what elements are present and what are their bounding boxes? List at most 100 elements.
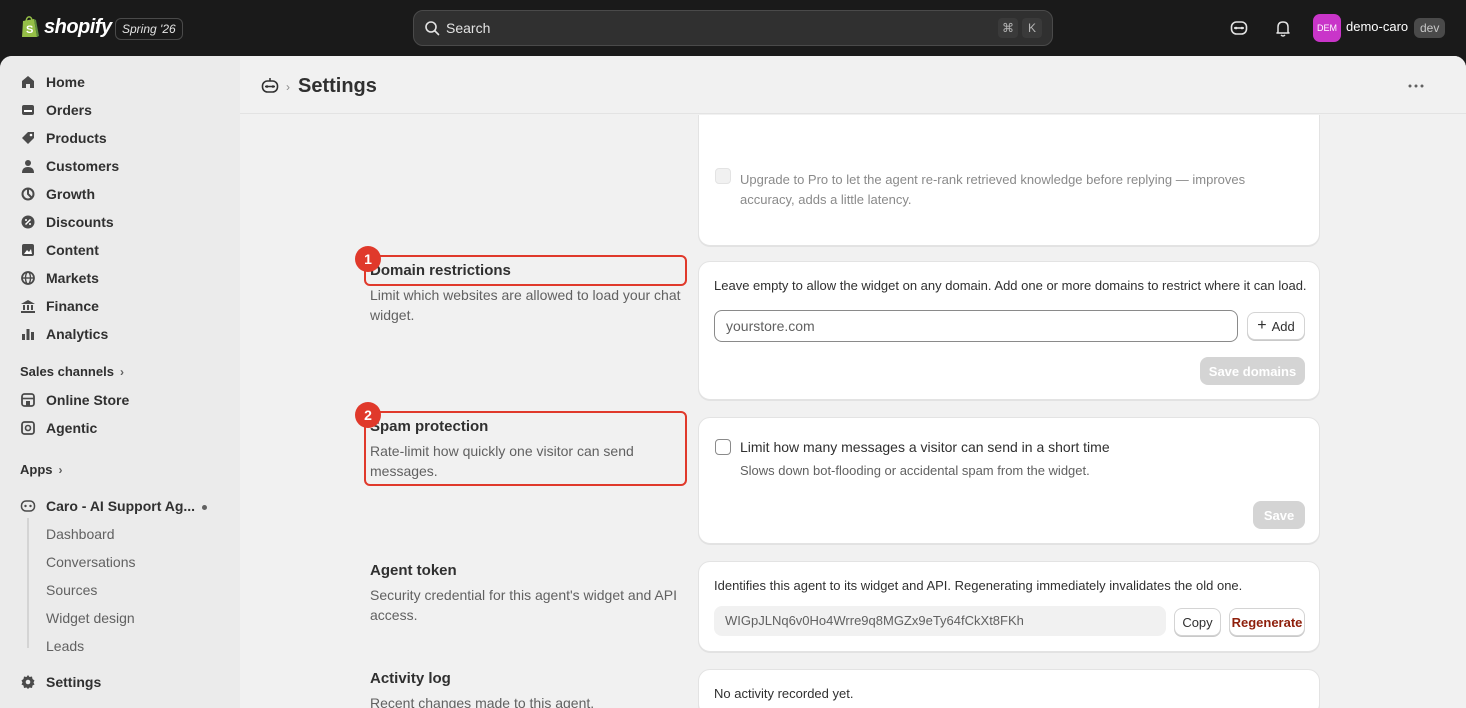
agent-token-field[interactable]: WIGpJLNq6v0Ho4Wrre9q8MGZx9eTy64fCkXt8FKh <box>714 606 1166 636</box>
highlight-box-1 <box>364 255 687 286</box>
highlight-box-2 <box>364 411 687 486</box>
orders-icon <box>22 105 34 115</box>
save-domains-button[interactable]: Save domains <box>1200 357 1305 385</box>
add-domain-button[interactable]: + Add <box>1247 312 1305 340</box>
regenerate-token-button[interactable]: Regenerate <box>1229 608 1305 636</box>
shortcut-k-key: K <box>1022 18 1042 38</box>
activity-empty-text: No activity recorded yet. <box>714 686 854 701</box>
rerank-description: Upgrade to Pro to let the agent re-rank … <box>740 172 1246 207</box>
sidebar-item-label: Online Store <box>46 392 130 408</box>
bell-icon[interactable] <box>1273 18 1293 38</box>
sidebar-item-label: Customers <box>46 158 120 174</box>
growth-icon <box>21 187 35 201</box>
sidebar-item-label: Home <box>46 74 85 90</box>
sales-channels-header[interactable]: Sales channels › <box>20 364 124 379</box>
highlight-marker-2: 2 <box>355 402 381 428</box>
agent-token-description: Security credential for this agent's wid… <box>370 587 677 623</box>
rate-limit-checkbox[interactable] <box>715 439 731 455</box>
agent-token-help: Identifies this agent to its widget and … <box>714 578 1243 593</box>
env-badge: dev <box>1414 18 1446 38</box>
sidebar-subitem-conversations[interactable]: Conversations <box>46 554 136 570</box>
save-spam-button[interactable]: Save <box>1253 501 1305 529</box>
sidebar-item-online-store[interactable]: Online Store <box>8 386 232 414</box>
sidebar-item-label: Products <box>46 130 107 146</box>
sidebar-item-growth[interactable]: Growth <box>8 180 232 208</box>
store-icon <box>21 393 35 407</box>
sidebar-item-orders[interactable]: Orders <box>8 96 232 124</box>
sidebar-item-label: Analytics <box>46 326 109 342</box>
settings-scroll-area[interactable]: Upgrade to Pro to let the agent re-rank … <box>240 115 1466 708</box>
submenu-guide-line <box>27 518 29 648</box>
search-placeholder: Search <box>446 20 491 36</box>
top-bar: S shopify Spring '26 Search ⌘ K DEM demo… <box>0 0 1466 56</box>
search-icon <box>425 21 440 36</box>
domain-help-text: Leave empty to allow the widget on any d… <box>714 278 1307 293</box>
sidebar-item-customers[interactable]: Customers <box>8 152 232 180</box>
sidebar-item-settings[interactable]: Settings <box>8 668 232 696</box>
main-content: › Settings Upgrade to Pro to let the age… <box>240 56 1466 708</box>
avatar[interactable]: DEM <box>1313 14 1341 42</box>
agent-chat-icon <box>20 500 36 512</box>
rerank-card: Upgrade to Pro to let the agent re-rank … <box>698 115 1320 246</box>
sales-channels-label: Sales channels <box>20 364 114 379</box>
shopify-bag-icon: S <box>22 16 39 37</box>
shopify-logo[interactable]: S shopify <box>20 15 112 39</box>
sidebar-item-label: Settings <box>46 674 102 690</box>
sidebar-subitem-sources[interactable]: Sources <box>46 582 97 598</box>
sidebar-subitem-leads[interactable]: Leads <box>46 638 84 652</box>
rate-limit-help: Slows down bot-flooding or accidental sp… <box>740 463 1090 478</box>
chevron-right-icon: › <box>58 462 63 477</box>
shortcut-cmd-key: ⌘ <box>998 18 1018 38</box>
sidebar-item-home[interactable]: Home <box>8 68 232 96</box>
edition-badge[interactable]: Spring '26 <box>115 18 183 40</box>
logo-text: shopify <box>44 15 112 38</box>
home-icon <box>22 76 34 88</box>
apps-label: Apps <box>20 462 53 477</box>
activity-log-card: No activity recorded yet. <box>698 669 1320 708</box>
admin-shell: Home Orders Products Customers Growth Di… <box>0 56 1466 708</box>
domain-restrictions-description: Limit which websites are allowed to load… <box>370 287 681 323</box>
sidebar-item-products[interactable]: Products <box>8 124 232 152</box>
chevron-right-icon: › <box>119 364 124 379</box>
sidebar-item-content[interactable]: Content <box>8 236 232 264</box>
agent-chat-icon[interactable] <box>1229 18 1249 38</box>
rerank-checkbox[interactable] <box>715 168 731 184</box>
tag-icon <box>22 132 34 144</box>
plus-icon: + <box>1257 317 1267 334</box>
sidebar-item-agentic[interactable]: Agentic <box>8 414 232 442</box>
sidebar-item-discounts[interactable]: Discounts <box>8 208 232 236</box>
highlight-marker-1: 1 <box>355 246 381 272</box>
more-horizontal-icon[interactable] <box>1404 76 1428 96</box>
gear-icon <box>21 675 35 689</box>
activity-log-description: Recent changes made to this agent. <box>370 695 595 708</box>
domain-input[interactable]: yourstore.com <box>714 310 1238 342</box>
sidebar-item-caro-app[interactable]: Caro - AI Support Ag... <box>8 492 232 520</box>
globe-icon <box>21 271 35 285</box>
domain-restrictions-card: Leave empty to allow the widget on any d… <box>698 261 1320 400</box>
sidebar-subitem-dashboard[interactable]: Dashboard <box>46 526 115 542</box>
agent-token-card: Identifies this agent to its widget and … <box>698 561 1320 652</box>
store-name[interactable]: demo-caro <box>1346 19 1408 34</box>
sidebar-item-markets[interactable]: Markets <box>8 264 232 292</box>
agent-chat-icon[interactable] <box>260 76 280 96</box>
sidebar-item-analytics[interactable]: Analytics <box>8 320 232 348</box>
search-bar[interactable]: Search ⌘ K <box>413 10 1053 46</box>
sidebar-subitem-widget-design[interactable]: Widget design <box>46 610 135 626</box>
sidebar-item-label: Discounts <box>46 214 114 230</box>
content-icon <box>22 244 34 256</box>
bank-icon <box>21 300 35 313</box>
apps-header[interactable]: Apps › <box>20 462 63 477</box>
sidebar-scroll-clip: Leads <box>0 638 240 652</box>
spam-protection-card: Limit how many messages a visitor can se… <box>698 417 1320 544</box>
page-header: › Settings <box>240 56 1466 114</box>
breadcrumb-chevron-icon: › <box>286 80 290 94</box>
add-domain-label: Add <box>1271 318 1295 334</box>
copy-token-button[interactable]: Copy <box>1174 608 1221 636</box>
sidebar-item-label: Caro - AI Support Ag... <box>46 498 196 514</box>
sidebar: Home Orders Products Customers Growth Di… <box>0 56 240 708</box>
rate-limit-label[interactable]: Limit how many messages a visitor can se… <box>740 439 1110 455</box>
sidebar-item-label: Orders <box>46 102 92 118</box>
sidebar-item-label: Markets <box>46 270 99 286</box>
activity-log-title: Activity log <box>370 670 451 687</box>
sidebar-item-finance[interactable]: Finance <box>8 292 232 320</box>
